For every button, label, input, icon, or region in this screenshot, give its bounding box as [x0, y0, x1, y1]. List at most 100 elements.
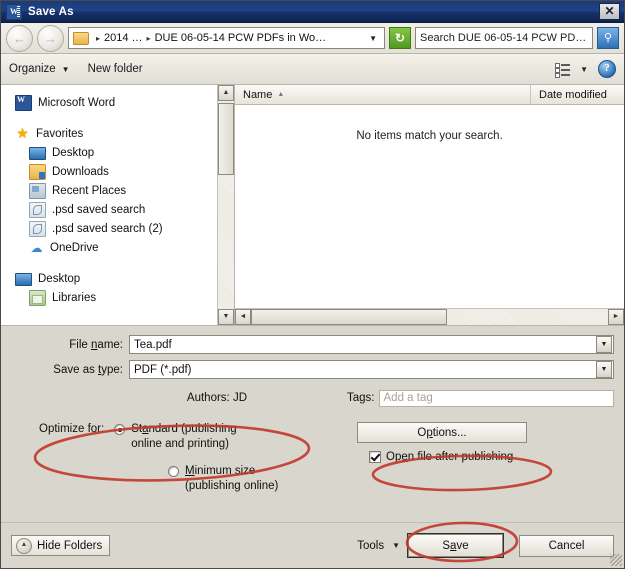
- radio-minimum-size-label: Minimum size (publishing online): [185, 465, 279, 492]
- save-button[interactable]: Sa ve: [407, 533, 504, 558]
- breadcrumb-separator: ▸: [96, 33, 101, 43]
- help-icon[interactable]: ?: [598, 60, 616, 78]
- pdf-options-section: Optimize for: Standard (publishing online…: [1, 422, 624, 494]
- radio-standard-label: Standard (publishing online and printing): [131, 423, 237, 450]
- file-list-hscrollbar[interactable]: ◄ ►: [235, 308, 624, 325]
- nav-item-favorites[interactable]: ★ Favorites: [1, 124, 234, 143]
- organize-button[interactable]: Organize ▼: [9, 63, 70, 75]
- scrollbar-thumb[interactable]: [218, 103, 234, 175]
- authors-field[interactable]: Authors: JD: [1, 392, 251, 404]
- chevron-down-icon[interactable]: ▼: [392, 541, 400, 550]
- nav-item-microsoft-word[interactable]: Microsoft Word: [1, 93, 234, 112]
- nav-item-psd-saved-search-2[interactable]: .psd saved search (2): [1, 219, 234, 238]
- metadata-row: Authors: JD Tags: Add a tag: [1, 388, 624, 408]
- nav-item-libraries[interactable]: Libraries: [1, 288, 234, 307]
- breadcrumb-item-current[interactable]: DUE 06-05-14 PCW PDFs in Wo…: [155, 32, 366, 44]
- chevron-down-icon[interactable]: ▼: [596, 361, 612, 378]
- chevron-down-icon[interactable]: ▼: [596, 336, 612, 353]
- recent-places-icon: [29, 182, 46, 199]
- save-as-dialog: W Save As ✕ ← → ▸ 2014 … ▸ DUE 06-05-14 …: [0, 0, 625, 569]
- search-input[interactable]: Search DUE 06-05-14 PCW PD…: [415, 27, 593, 49]
- radio-minimum-size[interactable]: [168, 466, 179, 477]
- authors-value: JD: [232, 392, 247, 404]
- nav-item-downloads[interactable]: Downloads: [1, 162, 234, 181]
- nav-item-psd-saved-search[interactable]: .psd saved search: [1, 200, 234, 219]
- scroll-right-icon[interactable]: ►: [608, 309, 624, 325]
- scroll-down-icon[interactable]: ▼: [218, 309, 234, 325]
- open-file-after-publishing-label: Open file after publishing: [386, 451, 514, 463]
- minimum-size-group: Minimum size (publishing online): [39, 464, 339, 494]
- chevron-down-icon: ▼: [61, 64, 70, 74]
- sort-ascending-icon: ▲: [277, 91, 285, 98]
- breadcrumb-item-root[interactable]: 2014 …: [104, 32, 143, 44]
- authors-label: Authors:: [186, 392, 230, 404]
- monitor-icon: [15, 273, 32, 286]
- library-icon: [29, 289, 46, 306]
- scroll-left-icon[interactable]: ◄: [235, 309, 251, 325]
- tools-button[interactable]: Tools: [357, 540, 384, 552]
- address-bar: ← → ▸ 2014 … ▸ DUE 06-05-14 PCW PDFs in …: [1, 23, 624, 54]
- tags-input[interactable]: Add a tag: [378, 389, 614, 407]
- nav-item-label: Libraries: [52, 291, 97, 304]
- downloads-icon: [29, 163, 46, 180]
- file-name-row: File name: Tea.pdf ▼: [1, 334, 624, 355]
- nav-item-label: Desktop: [38, 272, 81, 285]
- chevron-down-icon[interactable]: ▼: [580, 65, 588, 74]
- nav-item-label: OneDrive: [50, 241, 99, 254]
- search-icon[interactable]: ⚲: [597, 27, 619, 49]
- open-file-after-publishing-row[interactable]: Open file after publishing: [351, 451, 624, 463]
- file-list-pane: Name ▲ Date modified No items match your…: [234, 85, 624, 325]
- forward-button[interactable]: →: [37, 24, 64, 52]
- save-form: File name: Tea.pdf ▼ Save as type: PDF (…: [1, 326, 624, 494]
- file-name-label: File name:: [69, 338, 123, 351]
- options-button[interactable]: Op tions...: [357, 422, 527, 443]
- cancel-button[interactable]: Cancel: [519, 534, 614, 557]
- saved-search-icon: [29, 220, 46, 237]
- save-as-type-label: Save as type:: [53, 363, 123, 376]
- chevron-up-icon: ▲: [16, 537, 32, 554]
- column-header-name[interactable]: Name ▲: [235, 85, 531, 104]
- nav-item-onedrive[interactable]: ☁ OneDrive: [1, 238, 234, 257]
- nav-item-label: .psd saved search: [52, 203, 146, 216]
- save-as-type-value: PDF (*.pdf): [134, 363, 192, 376]
- navigation-pane-scrollbar[interactable]: ▲ ▼: [217, 85, 234, 325]
- new-folder-button[interactable]: New folder: [88, 63, 143, 75]
- optimize-for-group: Optimize for: Standard (publishing online…: [39, 422, 339, 452]
- nav-item-desktop-root[interactable]: Desktop: [1, 269, 234, 288]
- file-name-input[interactable]: Tea.pdf ▼: [129, 335, 614, 354]
- new-folder-label: New folder: [87, 63, 143, 75]
- command-bar: Organize ▼ New folder ▼ ?: [1, 54, 624, 85]
- column-header-date-modified[interactable]: Date modified: [531, 85, 624, 104]
- breadcrumb-separator: ▸: [146, 33, 151, 43]
- saved-search-icon: [29, 201, 46, 218]
- tags-label: Tags:: [347, 392, 375, 404]
- word-icon: W: [6, 3, 22, 20]
- nav-item-recent-places[interactable]: Recent Places: [1, 181, 234, 200]
- word-icon: [15, 94, 32, 111]
- resize-grip[interactable]: [610, 554, 622, 566]
- dialog-footer: ▲ Hide Folders Tools ▼ Sa ve Cancel: [1, 522, 624, 568]
- star-icon: ★: [16, 124, 29, 141]
- close-icon[interactable]: ✕: [599, 3, 620, 20]
- refresh-icon[interactable]: ↻: [389, 27, 411, 49]
- checkbox-open-file-after-publishing[interactable]: [369, 451, 381, 463]
- window-title: Save As: [28, 5, 74, 18]
- column-headers: Name ▲ Date modified: [235, 85, 624, 105]
- optimize-for-label: Optimize for:: [39, 423, 105, 435]
- breadcrumb[interactable]: ▸ 2014 … ▸ DUE 06-05-14 PCW PDFs in Wo… …: [68, 27, 385, 49]
- chevron-down-icon[interactable]: ▼: [365, 34, 381, 43]
- nav-item-label: .psd saved search (2): [52, 222, 163, 235]
- nav-item-desktop[interactable]: Desktop: [1, 143, 234, 162]
- nav-item-label: Recent Places: [52, 184, 127, 197]
- scroll-up-icon[interactable]: ▲: [218, 85, 234, 101]
- view-mode-icon[interactable]: [555, 63, 571, 78]
- save-as-type-select[interactable]: PDF (*.pdf) ▼: [129, 360, 614, 379]
- folder-icon: [73, 31, 89, 45]
- radio-standard[interactable]: [114, 424, 126, 435]
- column-header-label: Name: [243, 88, 273, 101]
- nav-item-label: Favorites: [36, 127, 84, 140]
- hide-folders-button[interactable]: ▲ Hide Folders: [11, 535, 111, 556]
- title-bar: W Save As ✕: [1, 1, 624, 23]
- back-button[interactable]: ←: [6, 24, 33, 52]
- scrollbar-thumb[interactable]: [251, 309, 447, 325]
